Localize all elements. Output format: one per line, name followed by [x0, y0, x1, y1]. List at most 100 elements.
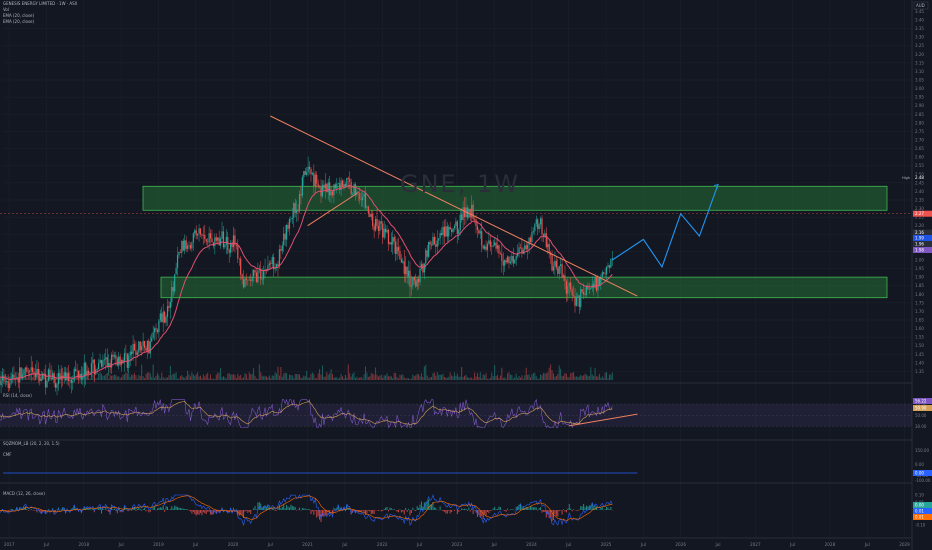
candle-body — [155, 328, 157, 330]
macd-histogram-bar — [115, 510, 117, 511]
cmf-tick-label: 150.00 — [915, 448, 929, 453]
candle-body — [562, 275, 565, 278]
macd-histogram-bar — [92, 508, 94, 510]
price-tick-label: 1.85 — [915, 283, 924, 288]
volume-bar — [475, 376, 477, 380]
volume-bar — [273, 375, 275, 380]
macd-histogram-bar — [443, 510, 445, 512]
volume-bar — [531, 374, 533, 380]
volume-bar — [428, 378, 430, 380]
candle-body — [610, 259, 612, 268]
time-tick-label: Jul — [43, 542, 49, 547]
candle-body — [211, 238, 213, 243]
volume-bar — [504, 377, 506, 380]
candle-body — [608, 265, 611, 268]
volume-bar — [155, 375, 157, 380]
volume-bar — [251, 373, 253, 380]
volume-bar — [406, 378, 408, 380]
volume-bar — [159, 378, 161, 380]
macd-histogram-bar — [563, 509, 565, 510]
macd-histogram-bar — [408, 508, 410, 510]
time-tick-label: 2025 — [601, 542, 612, 547]
volume-bar — [178, 378, 180, 380]
volume-bar — [270, 378, 272, 380]
ema-legend-1[interactable]: EMA (20, close) — [3, 14, 34, 18]
volume-bar — [451, 375, 453, 380]
volume-bar — [544, 373, 546, 380]
macd-histogram-bar — [511, 509, 513, 510]
volume-bar — [123, 374, 125, 380]
macd-histogram-bar — [307, 509, 309, 510]
candle-body — [153, 328, 156, 333]
macd-histogram-bar — [585, 505, 587, 510]
macd-histogram-bar — [435, 507, 437, 510]
candle-body — [458, 230, 460, 234]
volume-bar — [141, 364, 143, 380]
candle-body — [542, 234, 545, 236]
volume-bar — [37, 375, 39, 380]
volume-bar — [591, 374, 593, 380]
macd-histogram-bar — [142, 508, 144, 510]
macd-histogram-bar — [400, 510, 402, 513]
candle-body — [284, 233, 286, 240]
volume-bar — [584, 373, 586, 380]
macd-histogram-bar — [373, 510, 375, 515]
candle-body — [426, 250, 428, 257]
candle-body — [537, 219, 539, 230]
macd-histogram-bar — [317, 510, 319, 517]
volume-bar — [101, 373, 103, 380]
volume-bar — [545, 372, 547, 380]
candle-body — [24, 367, 27, 370]
candle-body — [604, 273, 606, 275]
candle-body — [353, 184, 355, 195]
macd-histogram-bar — [254, 506, 256, 510]
candle-body — [98, 363, 100, 370]
candle-body — [484, 246, 486, 249]
volume-bar — [233, 374, 235, 380]
candle-body — [347, 177, 349, 179]
volume-bar — [466, 376, 468, 380]
volume-bar — [413, 376, 415, 380]
volume-bar — [311, 372, 313, 380]
candle-body — [90, 363, 93, 373]
candle-body — [337, 183, 339, 184]
time-tick-label: 2023 — [452, 542, 463, 547]
candle-body — [570, 282, 572, 290]
volume-bar — [601, 376, 603, 380]
candle-body — [76, 370, 78, 372]
candle-body — [410, 285, 413, 287]
volume-bar — [518, 375, 520, 380]
macd-histogram-bar — [380, 510, 382, 512]
time-tick-label: Jul — [416, 542, 422, 547]
candle-body — [9, 383, 11, 388]
macd-histogram-bar — [169, 509, 171, 510]
candle-body — [461, 214, 463, 220]
volume-bar — [326, 372, 328, 380]
candle-body — [72, 381, 74, 383]
macd-histogram-bar — [148, 510, 150, 513]
candle-body — [254, 270, 256, 273]
macd-histogram-bar — [283, 504, 285, 510]
candle-body — [6, 381, 8, 383]
ema-legend-2[interactable]: EMA (20, close) — [3, 20, 34, 24]
macd-histogram-bar — [565, 510, 567, 513]
volume-bar — [564, 373, 566, 380]
macd-histogram-bar — [495, 509, 497, 510]
vol-legend[interactable]: Vol — [3, 8, 9, 12]
candle-body — [99, 359, 101, 364]
volume-bar — [288, 374, 290, 380]
candle-body — [363, 193, 365, 198]
macd-histogram-bar — [578, 509, 580, 510]
price-tick-label: 3.30 — [915, 35, 924, 40]
volume-bar — [284, 372, 286, 380]
volume-bar — [507, 373, 509, 380]
volume-bar — [63, 372, 65, 380]
candle-body — [581, 289, 583, 293]
macd-histogram-bar — [102, 508, 104, 510]
volume-bar — [4, 373, 6, 380]
macd-histogram-bar — [192, 510, 194, 512]
candle-body — [69, 380, 71, 381]
candle-body — [195, 230, 197, 236]
volume-bar — [212, 378, 214, 380]
volume-bar — [296, 374, 298, 380]
